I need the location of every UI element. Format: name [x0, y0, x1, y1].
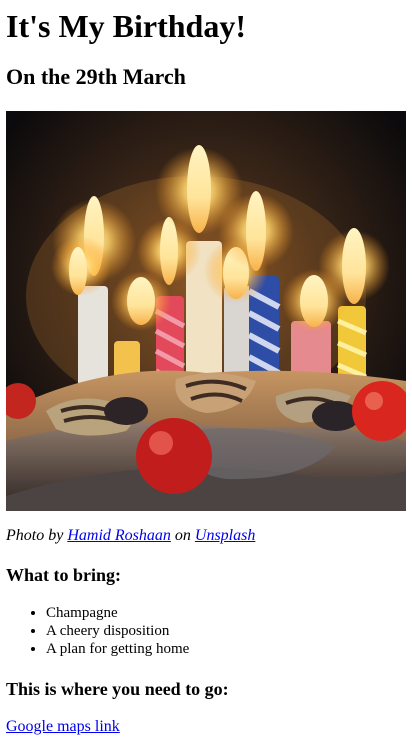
bring-list: Champagne A cheery disposition A plan fo… — [6, 604, 189, 658]
list-item: Champagne — [46, 604, 189, 622]
unsplash-link[interactable]: Unsplash — [195, 527, 255, 544]
cake-illustration — [6, 111, 406, 511]
list-item: A cheery disposition — [46, 622, 189, 640]
where-to-go-heading: This is where you need to go: — [6, 679, 229, 699]
maps-paragraph: Google maps link — [6, 718, 120, 736]
what-to-bring-heading: What to bring: — [6, 565, 122, 585]
birthday-cake-photo — [6, 111, 406, 511]
page-subtitle: On the 29th March — [6, 64, 186, 89]
google-maps-link[interactable]: Google maps link — [6, 718, 120, 735]
page-title: It's My Birthday! — [6, 8, 246, 44]
credit-middle: on — [170, 527, 195, 544]
list-item: A plan for getting home — [46, 640, 189, 658]
photographer-link[interactable]: Hamid Roshaan — [67, 527, 171, 544]
photo-credit: Photo by Hamid Roshaan on Unsplash — [6, 527, 255, 545]
credit-prefix: Photo by — [6, 527, 68, 544]
